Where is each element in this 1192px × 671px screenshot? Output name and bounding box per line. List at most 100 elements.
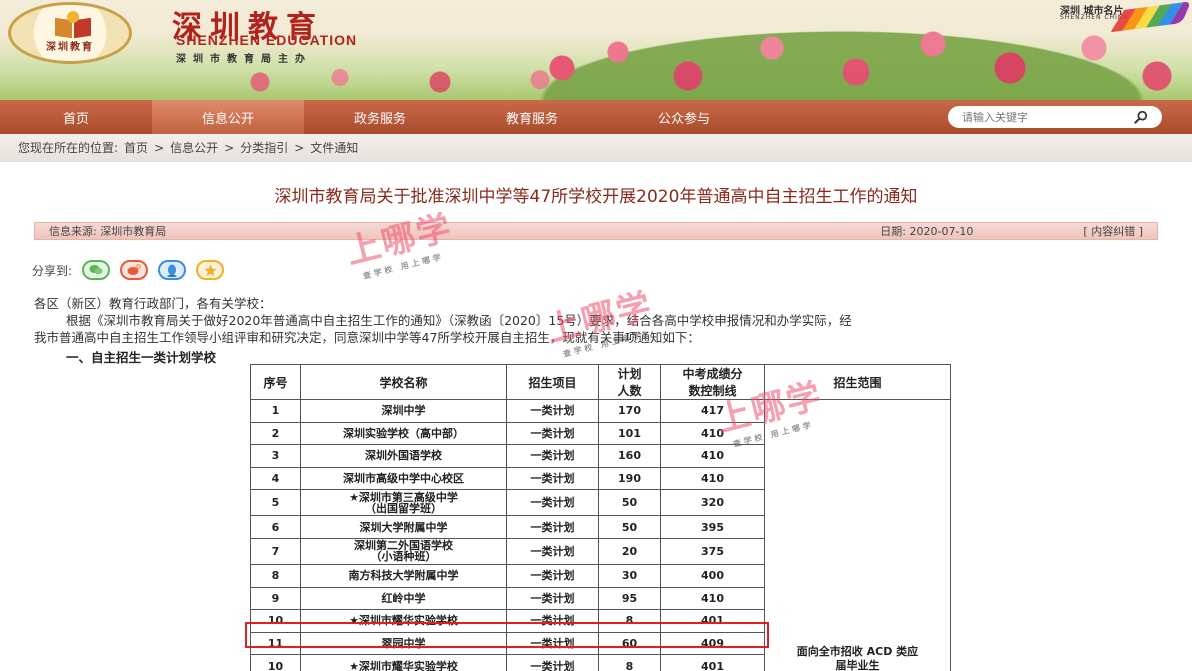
cell-item: 一类计划 bbox=[506, 421, 599, 446]
cell-school: ★深圳市第三高级中学 （出国留学班） bbox=[300, 489, 507, 517]
article-meta-bar: 信息来源: 深圳市教育局 日期: 2020-07-10 [ 内容纠错 ] bbox=[34, 222, 1158, 240]
breadcrumb-home[interactable]: 首页 bbox=[124, 139, 148, 156]
cell-item: 一类计划 bbox=[506, 563, 599, 588]
article-body-line-1: 根据《深圳市教育局关于做好2020年普通高中自主招生工作的通知》（深教函〔202… bbox=[66, 313, 852, 328]
header-no: 序号 bbox=[250, 364, 301, 400]
article-source: 信息来源: 深圳市教育局 bbox=[49, 225, 167, 238]
cell-plan: 60 bbox=[598, 631, 661, 656]
search-icon[interactable] bbox=[1134, 110, 1148, 124]
education-emblem-logo[interactable]: 深圳教育 bbox=[8, 2, 132, 64]
cell-no: 10 bbox=[250, 609, 301, 633]
header-school: 学校名称 bbox=[300, 364, 507, 400]
cell-score: 409 bbox=[660, 631, 765, 656]
table-header-row: 序号 学校名称 招生项目 计划 人数 中考成绩分 数控制线 招生范围 bbox=[250, 364, 951, 400]
cell-score: 375 bbox=[660, 537, 765, 565]
cell-score: 410 bbox=[660, 466, 765, 491]
cell-score: 417 bbox=[660, 399, 765, 423]
cell-plan: 95 bbox=[598, 586, 661, 611]
cell-item: 一类计划 bbox=[506, 515, 599, 539]
weibo-share-icon[interactable] bbox=[120, 260, 149, 280]
header-item: 招生项目 bbox=[506, 364, 599, 400]
cell-no: 11 bbox=[250, 631, 301, 656]
cell-school: 深圳实验学校（高中部） bbox=[300, 421, 507, 446]
share-label: 分享到: bbox=[32, 263, 73, 278]
cell-school: ★深圳市耀华实验学校 bbox=[300, 609, 507, 633]
cell-plan: 8 bbox=[598, 609, 661, 633]
cell-score: 320 bbox=[660, 489, 765, 517]
cell-plan: 50 bbox=[598, 515, 661, 539]
section-heading: 一、自主招生一类计划学校 bbox=[66, 350, 217, 365]
site-organizer: 深圳市教育局主办 bbox=[176, 54, 312, 65]
breadcrumb-info-disclosure[interactable]: 信息公开 bbox=[170, 139, 218, 156]
cell-school: 深圳大学附属中学 bbox=[300, 515, 507, 539]
header-score: 中考成绩分 数控制线 bbox=[660, 364, 765, 400]
cell-item: 一类计划 bbox=[506, 444, 599, 468]
cell-score: 410 bbox=[660, 444, 765, 468]
shenzhen-city-logo[interactable]: 深圳 城市名片 SHENZHEN CHINA bbox=[1060, 1, 1192, 33]
cell-item: 一类计划 bbox=[506, 537, 599, 565]
cell-score: 400 bbox=[660, 563, 765, 588]
breadcrumb-separator: > bbox=[224, 140, 235, 155]
cell-item: 一类计划 bbox=[506, 466, 599, 491]
share-bar: 分享到: bbox=[32, 260, 225, 280]
cell-scope: 面向全市招收 ACD 类应 届毕业生 bbox=[764, 399, 951, 671]
cell-item: 一类计划 bbox=[506, 399, 599, 423]
article-body-line-2: 我市普通高中自主招生工作领导小组评审和研究决定，同意深圳中学等47所学校开展自主… bbox=[34, 330, 700, 345]
cell-school: 深圳外国语学校 bbox=[300, 444, 507, 468]
cell-item: 一类计划 bbox=[506, 631, 599, 656]
admission-plan-table: 序号 学校名称 招生项目 计划 人数 中考成绩分 数控制线 招生范围 1 深圳中学 … bbox=[250, 364, 951, 671]
cell-school: 南方科技大学附属中学 bbox=[300, 563, 507, 588]
cell-item: 一类计划 bbox=[506, 609, 599, 633]
banner-flowers-right bbox=[492, 20, 1192, 100]
cell-plan: 30 bbox=[598, 563, 661, 588]
breadcrumb-separator: > bbox=[154, 140, 165, 155]
nav-item-gov-services[interactable]: 政务服务 bbox=[304, 100, 456, 134]
breadcrumb-separator: > bbox=[294, 140, 305, 155]
cell-score: 410 bbox=[660, 586, 765, 611]
nav-item-info-disclosure[interactable]: 信息公开 bbox=[152, 100, 304, 134]
article-date: 日期: 2020-07-10 bbox=[880, 225, 974, 238]
cell-no: 3 bbox=[250, 444, 301, 468]
header-scope: 招生范围 bbox=[764, 364, 951, 400]
cell-no: 1 bbox=[250, 399, 301, 423]
nav-item-edu-services[interactable]: 教育服务 bbox=[456, 100, 608, 134]
nav-item-home[interactable]: 首页 bbox=[0, 100, 152, 134]
cell-plan: 190 bbox=[598, 466, 661, 491]
breadcrumb-category[interactable]: 分类指引 bbox=[240, 139, 288, 156]
cell-school: 红岭中学 bbox=[300, 586, 507, 611]
breadcrumb-prefix: 您现在所在的位置: bbox=[18, 141, 119, 155]
article-title: 深圳市教育局关于批准深圳中学等47所学校开展2020年普通高中自主招生工作的通知 bbox=[274, 187, 918, 207]
cell-no: 6 bbox=[250, 515, 301, 539]
page: 深圳教育 深圳教育 SHENZHEN EDUCATION 深圳市教育局主办 深圳… bbox=[0, 0, 1192, 671]
nav-item-public-participation[interactable]: 公众参与 bbox=[608, 100, 760, 134]
qzone-share-icon[interactable] bbox=[196, 260, 225, 280]
report-error-link[interactable]: [ 内容纠错 ] bbox=[1083, 223, 1143, 239]
cell-score: 401 bbox=[660, 654, 765, 671]
cell-plan: 101 bbox=[598, 421, 661, 446]
article-greeting: 各区（新区）教育行政部门，各有关学校： bbox=[34, 296, 272, 311]
header-plan: 计划 人数 bbox=[598, 364, 661, 400]
book-sun-icon bbox=[55, 11, 91, 39]
cell-school: 深圳第二外国语学校 （小语种班） bbox=[300, 537, 507, 565]
cell-school: 深圳市高级中学中心校区 bbox=[300, 466, 507, 491]
cell-no: 10 bbox=[250, 654, 301, 671]
cell-plan: 160 bbox=[598, 444, 661, 468]
cell-no: 5 bbox=[250, 489, 301, 517]
breadcrumb: 您现在所在的位置: 首页 > 信息公开 > 分类指引 > 文件通知 bbox=[0, 134, 1192, 162]
emblem-caption: 深圳教育 bbox=[46, 42, 94, 53]
cell-item: 一类计划 bbox=[506, 654, 599, 671]
qq-share-icon[interactable] bbox=[158, 260, 187, 280]
cell-plan: 8 bbox=[598, 654, 661, 671]
cell-plan: 170 bbox=[598, 399, 661, 423]
search-input[interactable] bbox=[962, 110, 1122, 124]
watermark: 上哪学 查学校 用上哪学 bbox=[342, 207, 457, 281]
cell-no: 2 bbox=[250, 421, 301, 446]
search-box bbox=[948, 106, 1162, 128]
cell-plan: 20 bbox=[598, 537, 661, 565]
table-row: 1 深圳中学 一类计划 170 417 面向全市招收 ACD 类应 届毕业生 bbox=[250, 399, 951, 671]
breadcrumb-notices[interactable]: 文件通知 bbox=[310, 139, 358, 156]
cell-item: 一类计划 bbox=[506, 586, 599, 611]
cell-no: 8 bbox=[250, 563, 301, 588]
wechat-share-icon[interactable] bbox=[82, 260, 111, 280]
site-subtitle: SHENZHEN EDUCATION bbox=[176, 32, 358, 48]
